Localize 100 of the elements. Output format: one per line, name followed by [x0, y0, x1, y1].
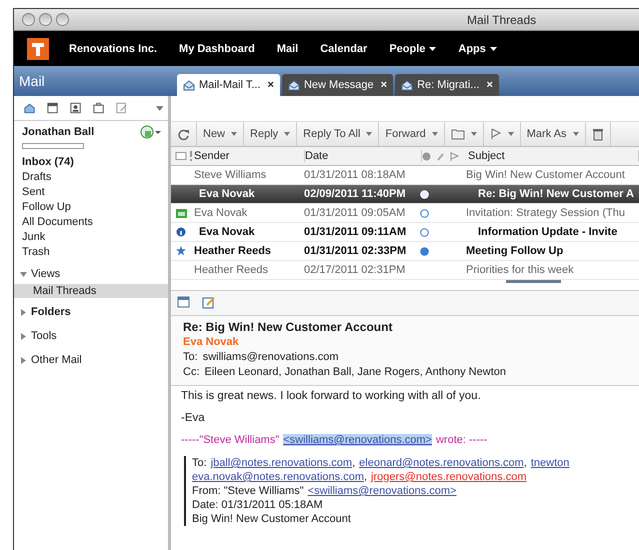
section-header[interactable]: Other Mail	[31, 354, 82, 366]
folder-item[interactable]: Trash	[22, 246, 50, 258]
flag-icon	[490, 128, 502, 140]
disclosure-triangle-icon[interactable]	[20, 356, 27, 364]
envelope-column-icon[interactable]	[174, 152, 188, 160]
nav-link[interactable]: Renovations Inc.	[69, 42, 158, 54]
folder-item[interactable]: Inbox (74)	[22, 156, 74, 168]
dropdown-caret-icon[interactable]	[490, 46, 497, 50]
paperclip-column-icon[interactable]	[436, 152, 445, 160]
disclosure-triangle-icon[interactable]	[20, 332, 27, 340]
tab[interactable]: Mail-Mail T... ×	[177, 74, 280, 96]
email-link[interactable]: eleonard@notes.renovations.com	[359, 456, 524, 470]
toolbar-button[interactable]: Reply To All	[297, 122, 380, 146]
message-row[interactable]: Eva Novak 02/09/2011 11:40PM Re: Big Win! New Customer A	[171, 185, 639, 204]
subject-cell-text: Meeting Follow Up	[466, 245, 564, 257]
window-title: Mail Threads	[467, 12, 536, 26]
subject-cell-text: Information Update - Invite	[477, 226, 618, 238]
sender-cell-text: Eva Novak	[198, 188, 256, 200]
briefcase-icon[interactable]	[92, 101, 106, 115]
folder-item[interactable]: Sent	[22, 186, 45, 198]
folder-icon	[450, 128, 465, 140]
column-header[interactable]: Sender	[194, 150, 305, 162]
toolbar-button[interactable]: Reply	[244, 122, 298, 146]
disclosure-triangle-icon[interactable]	[20, 270, 27, 278]
status-column-icon[interactable]	[422, 152, 431, 160]
nav-link[interactable]: Calendar	[320, 42, 368, 54]
date-text: Date: 01/31/2011 05:18AM	[192, 498, 324, 512]
column-header[interactable]: Subject	[468, 150, 639, 162]
body-text: This is great news. I look forward to working with all of you.	[181, 390, 482, 402]
section-header[interactable]: Folders	[31, 306, 71, 318]
field-label: Cc:	[183, 366, 200, 378]
date-cell-text: 02/17/2011 02:31PM	[304, 264, 406, 276]
logo-icon[interactable]	[27, 38, 49, 60]
field-label: To:	[183, 351, 198, 363]
quote-header-text: wrote: -----	[436, 434, 488, 446]
email-link[interactable]: eva.novak@notes.renovations.com	[192, 470, 364, 484]
sender-cell-text: Eva Novak	[198, 226, 256, 238]
nav-link[interactable]: Apps	[458, 42, 486, 54]
trash-icon	[592, 128, 604, 140]
sender-cell-text: Eva Novak	[194, 207, 248, 219]
toolbar-button[interactable]: Forward	[379, 122, 445, 146]
tab[interactable]: Re: Migrati... ×	[395, 74, 499, 96]
message-row[interactable]: Eva Novak 01/31/2011 09:05AM Invitation: Strategy Session (Thu	[171, 204, 639, 223]
folder-item[interactable]: Junk	[22, 231, 46, 243]
disclosure-triangle-icon[interactable]	[20, 308, 27, 316]
sender-cell-text: Steve Williams	[194, 169, 268, 181]
toolbar-button[interactable]: Mark As	[520, 122, 586, 146]
body-text: -Eva	[181, 412, 206, 424]
folder-item[interactable]: All Documents	[22, 216, 93, 228]
window-icon[interactable]	[177, 296, 190, 308]
section-header[interactable]: Tools	[31, 330, 57, 342]
close-tab-button[interactable]: ×	[380, 79, 388, 91]
tab[interactable]: New Message ×	[282, 74, 394, 96]
cc-text: Eileen Leonard, Jonathan Ball, Jane Rogers, Anthony Newton	[204, 366, 506, 378]
email-link[interactable]: <swilliams@renovations.com>	[283, 434, 432, 446]
splitter-handle[interactable]	[506, 280, 561, 283]
message-subject: Re: Big Win! New Customer Account	[183, 320, 394, 334]
separator-text: ,	[364, 470, 368, 484]
folder-item[interactable]: Follow Up	[22, 201, 71, 213]
separator-text: ,	[352, 456, 356, 470]
importance-column-icon[interactable]	[188, 151, 194, 161]
folder-item[interactable]: Drafts	[22, 171, 52, 183]
email-link[interactable]: <swilliams@renovations.com>	[308, 484, 456, 498]
minimize-window-button[interactable]	[39, 13, 52, 26]
calendar-icon	[176, 208, 186, 218]
email-link[interactable]: jrogers@notes.renovations.com	[371, 470, 527, 484]
view-item[interactable]: Mail Threads	[14, 284, 168, 298]
quote-header-text: -----"Steve Williams"	[181, 434, 280, 446]
edit-icon[interactable]	[202, 296, 215, 309]
subject-cell-text: Priorities for this week	[466, 264, 575, 276]
section-header[interactable]: Views	[31, 268, 60, 280]
app-title: Mail	[18, 73, 46, 89]
notepad-icon[interactable]	[115, 101, 129, 115]
close-tab-button[interactable]: ×	[268, 79, 274, 91]
envelope-icon	[401, 80, 414, 90]
email-link[interactable]: tnewton	[530, 456, 570, 470]
nav-link[interactable]: People	[389, 42, 426, 54]
info-icon	[176, 227, 186, 237]
nav-link[interactable]: Mail	[276, 42, 298, 54]
subject-cell-text: Re: Big Win! New Customer A	[477, 188, 635, 200]
date-cell-text: 01/31/2011 08:18AM	[304, 169, 406, 181]
separator-text: ,	[524, 456, 527, 470]
close-tab-button[interactable]: ×	[486, 79, 493, 91]
email-link[interactable]: jball@notes.renovations.com	[210, 456, 352, 470]
date-cell-text: 01/31/2011 09:05AM	[304, 207, 406, 219]
flag-column-icon[interactable]	[450, 152, 459, 160]
dropdown-caret-icon[interactable]	[429, 46, 436, 50]
close-window-button[interactable]	[22, 13, 35, 26]
calendar-icon[interactable]	[46, 101, 60, 115]
subject-cell-text: Invitation: Strategy Session (Thu	[466, 207, 626, 219]
toolbar-button[interactable]: New	[197, 122, 244, 146]
contact-card-icon[interactable]	[69, 101, 82, 115]
status-icon[interactable]	[140, 125, 162, 139]
date-cell-text: 02/09/2011 11:40PM	[304, 188, 407, 200]
message-row[interactable]: Eva Novak 01/31/2011 09:11AM Information Update - Invite	[171, 223, 639, 242]
sender-cell-text: Heather Reeds	[194, 245, 272, 257]
zoom-window-button[interactable]	[56, 13, 69, 26]
date-cell-text: 01/31/2011 02:33PM	[304, 245, 408, 257]
nav-link[interactable]: My Dashboard	[179, 42, 255, 54]
message-row[interactable]: Heather Reeds 01/31/2011 02:33PM Meeting Follow Up	[171, 242, 639, 261]
